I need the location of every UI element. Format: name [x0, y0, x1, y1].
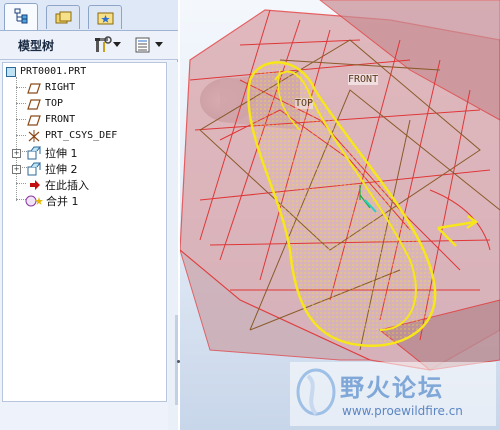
watermark-url: www.proewildfire.cn [342, 404, 463, 418]
favorites-icon [97, 12, 114, 25]
tree-item-label: 在此插入 [45, 179, 89, 192]
model-tree-header: 模型树 [0, 31, 178, 60]
tree-item-right[interactable]: RIGHT [3, 81, 163, 97]
csys-icon [28, 130, 40, 142]
tree-root[interactable]: PRT0001.PRT [3, 65, 163, 81]
tree-item-extrude-1[interactable]: + 拉伸 1 [3, 145, 163, 161]
datum-label-top: TOP [295, 98, 314, 109]
part-icon [6, 67, 16, 77]
watermark-text: 野火论坛 [340, 374, 444, 402]
expand-toggle[interactable]: + [12, 149, 21, 158]
tree-item-csys[interactable]: PRT_CSYS_DEF [3, 129, 163, 145]
tree-item-top[interactable]: TOP [3, 97, 163, 113]
tree-item-label: TOP [45, 98, 64, 109]
tree-item-label: 拉伸 1 [45, 147, 78, 160]
expand-toggle[interactable]: + [12, 165, 21, 174]
tree-columns-icon [135, 37, 150, 53]
merge-icon [25, 195, 43, 207]
navigator-tabs [0, 0, 178, 31]
extrude-icon [27, 162, 41, 176]
tree-item-merge[interactable]: 合并 1 [3, 193, 163, 209]
watermark-logo-icon [296, 368, 336, 416]
tree-item-front[interactable]: FRONT [3, 113, 163, 129]
tree-root-label: PRT0001.PRT [20, 66, 87, 77]
model-tree: PRT0001.PRT RIGHT TOP FRONT PRT_CSYS_DEF… [2, 62, 167, 402]
tree-item-extrude-2[interactable]: + 拉伸 2 [3, 161, 163, 177]
folder-browser-icon [55, 11, 72, 24]
tab-model-tree[interactable] [4, 3, 38, 30]
datum-plane-icon [27, 115, 41, 126]
datum-plane-icon [27, 83, 41, 94]
tree-item-label: FRONT [45, 114, 76, 125]
tree-settings-button[interactable] [94, 36, 121, 54]
tree-columns-button[interactable] [135, 36, 163, 54]
tab-folder-browser[interactable] [46, 5, 80, 29]
datum-plane-icon [27, 99, 41, 110]
tree-item-insert-here[interactable]: 在此插入 [3, 177, 163, 193]
tab-favorites[interactable] [88, 5, 122, 29]
tree-settings-icon [95, 36, 112, 52]
tree-item-label: RIGHT [45, 82, 76, 93]
panel-title: 模型树 [18, 39, 55, 53]
tree-item-label: 拉伸 2 [45, 163, 78, 176]
datum-label-front: FRONT [348, 74, 379, 85]
tree-item-label: PRT_CSYS_DEF [45, 130, 118, 141]
extrude-icon [27, 146, 41, 160]
model-tree-icon [14, 8, 28, 24]
tree-item-label: 合并 1 [46, 195, 79, 208]
model-tree-panel: 模型树 PRT0001.PRT RIGHT TOP FRONT PRT_CSYS… [0, 0, 180, 430]
insert-here-icon [30, 180, 40, 190]
